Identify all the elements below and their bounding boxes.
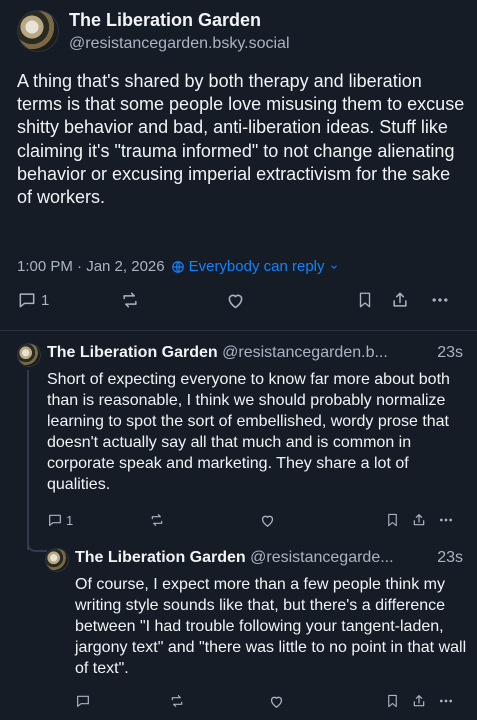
display-name[interactable]: The Liberation Garden [47,344,218,361]
heart-icon [228,294,243,309]
reply-icon [77,695,89,707]
bookmark-button[interactable] [385,512,400,528]
display-name[interactable]: The Liberation Garden [75,549,246,566]
reply-button[interactable]: 1 [17,290,49,310]
more-icon [432,298,448,302]
like-button[interactable] [268,693,285,710]
more-icon [440,518,452,522]
post-meta: 1:00 PM · Jan 2, 2026 Everybody can repl… [17,258,339,275]
bookmark-icon [388,513,397,527]
reply-setting-button[interactable]: Everybody can reply [171,258,339,275]
reply-count: 1 [41,291,50,309]
reply-text: Short of expecting everyone to know far … [47,371,450,493]
reply-icon [19,293,35,308]
more-button[interactable] [437,693,455,709]
more-icon [440,699,452,703]
handle[interactable]: @resistancegarden.bsky.social [69,35,290,53]
bookmark-button[interactable] [385,693,400,709]
bookmark-icon [388,694,397,708]
post-actions: 1 [17,290,462,314]
reply-age: 23s [437,344,463,361]
reply-age: 23s [437,549,463,566]
repost-icon [171,695,183,707]
repost-icon [123,292,137,308]
avatar[interactable] [45,548,69,572]
globe-icon [171,260,184,273]
reply-icon [49,514,61,526]
timestamp: 1:00 PM · Jan 2, 2026 [17,258,165,275]
share-button[interactable] [411,693,427,709]
display-name[interactable]: The Liberation Garden [69,10,261,31]
bookmark-icon [359,292,371,308]
more-button[interactable] [437,512,455,528]
reply-header: The Liberation Garden @resistancegarden.… [47,344,388,362]
reply-text: Of course, I expect more than a few peop… [75,576,467,677]
repost-button[interactable] [169,693,185,709]
thread-line [27,370,29,550]
share-button[interactable] [390,290,410,310]
share-icon [393,292,407,307]
like-button[interactable] [225,290,246,311]
avatar[interactable] [17,343,41,367]
handle[interactable]: @resistancegarden.b... [222,344,388,361]
share-button[interactable] [411,512,427,528]
heart-icon [261,515,274,527]
reply-button[interactable] [75,693,91,709]
repost-icon [151,514,163,526]
post-text: A thing that's shared by both therapy an… [17,71,465,208]
reply-button[interactable]: 1 [47,512,73,528]
reply-actions [75,693,465,713]
reply-count: 1 [66,512,74,528]
repost-button[interactable] [120,290,140,310]
reply-actions: 1 [47,512,462,532]
heart-icon [270,696,283,708]
divider [0,330,477,331]
share-icon [413,695,425,707]
handle[interactable]: @resistancegarde... [250,549,393,566]
more-button[interactable] [429,290,451,310]
repost-button[interactable] [149,512,165,528]
chevron-down-icon [330,264,337,269]
reply-header: The Liberation Garden @resistancegarde..… [75,549,394,567]
avatar[interactable] [17,10,59,52]
like-button[interactable] [259,512,276,529]
reply-setting-label: Everybody can reply [188,258,325,275]
bookmark-button[interactable] [356,290,374,310]
thread-connector [27,538,47,552]
share-icon [413,514,425,526]
